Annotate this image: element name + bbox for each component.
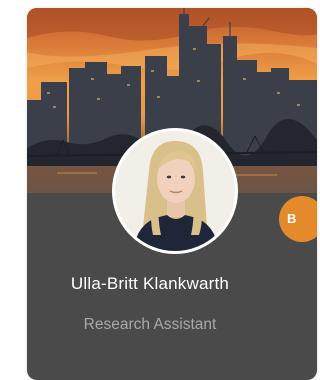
status-badge: B — [279, 196, 317, 242]
avatar[interactable] — [112, 128, 238, 254]
profile-photo — [115, 131, 235, 251]
profile-name: Ulla-Britt Klankwarth — [70, 274, 230, 293]
profile-role: Research Assistant — [83, 316, 217, 333]
